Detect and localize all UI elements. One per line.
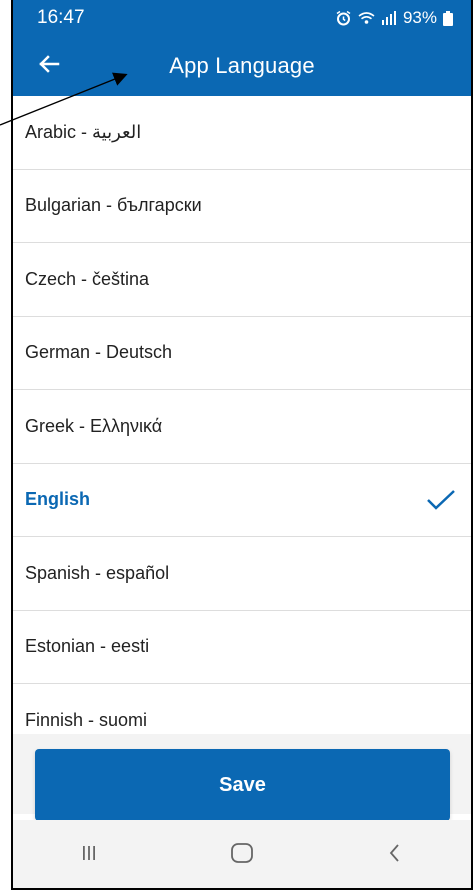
recent-apps-icon (80, 844, 98, 867)
checkmark-icon (426, 489, 456, 511)
language-item-finnish[interactable]: Finnish - suomi (13, 684, 471, 734)
language-label: Spanish - español (25, 562, 170, 583)
battery-icon (443, 10, 453, 26)
page-title: App Language (169, 53, 315, 78)
language-item-german[interactable]: German - Deutsch (13, 317, 471, 390)
language-item-english[interactable]: English (13, 464, 471, 537)
android-navigation-bar (13, 820, 471, 888)
language-list: Arabic - العربية Bulgarian - български C… (13, 96, 471, 734)
language-item-estonian[interactable]: Estonian - eesti (13, 611, 471, 684)
language-label: German - Deutsch (25, 342, 173, 363)
system-back-button[interactable] (365, 835, 425, 875)
save-button[interactable]: Save (35, 749, 450, 821)
arrow-left-icon (38, 54, 60, 79)
signal-bars-icon (381, 11, 397, 25)
language-label: Czech - čeština (25, 268, 150, 289)
back-button[interactable] (31, 48, 67, 84)
language-label: Estonian - eesti (25, 636, 150, 657)
wifi-icon (358, 11, 375, 25)
battery-percent: 93% (402, 8, 437, 27)
recent-apps-button[interactable] (59, 835, 119, 875)
alarm-clock-icon (335, 10, 352, 27)
language-label: Bulgarian - български (25, 195, 202, 216)
language-label: Arabic - العربية (25, 121, 142, 142)
status-time: 16:47 (37, 7, 85, 28)
status-bar: 16:47 93% (13, 0, 471, 36)
language-label: Greek - Ελληνικά (25, 415, 163, 436)
language-item-greek[interactable]: Greek - Ελληνικά (13, 390, 471, 464)
language-item-arabic[interactable]: Arabic - العربية (13, 96, 471, 170)
language-item-bulgarian[interactable]: Bulgarian - български (13, 170, 471, 243)
language-label: English (25, 489, 91, 510)
language-label: Finnish - suomi (25, 709, 148, 730)
home-button[interactable] (212, 835, 272, 875)
home-icon (230, 842, 254, 869)
language-item-spanish[interactable]: Spanish - español (13, 537, 471, 611)
chevron-left-icon (386, 842, 404, 869)
phone-screen: 16:47 93% App Language Arabic - العربية … (11, 0, 473, 890)
app-header: App Language (13, 36, 471, 96)
language-item-czech[interactable]: Czech - čeština (13, 243, 471, 317)
status-icons: 93% (335, 8, 453, 28)
